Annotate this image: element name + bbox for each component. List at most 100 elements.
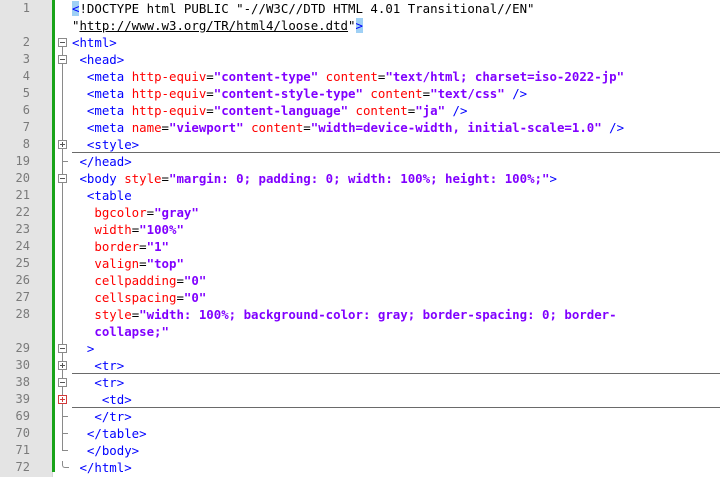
- code-line[interactable]: 25 valign="top": [0, 255, 720, 272]
- code-token: cellpadding: [72, 273, 177, 288]
- code-text[interactable]: bgcolor="gray": [72, 204, 199, 221]
- code-line[interactable]: 72 </html>: [0, 459, 720, 476]
- code-line[interactable]: 7 <meta name="viewport" content="width=d…: [0, 119, 720, 136]
- plus-box-icon[interactable]: [58, 361, 67, 370]
- code-line[interactable]: 38 <tr>: [0, 374, 720, 391]
- code-line[interactable]: 70 </table>: [0, 425, 720, 442]
- code-line[interactable]: 1 <!DOCTYPE html PUBLIC "-//W3C//DTD HTML…: [0, 0, 720, 17]
- minus-box-icon[interactable]: [58, 55, 67, 64]
- code-text[interactable]: width="100%": [72, 221, 184, 238]
- code-text[interactable]: </head>: [72, 153, 131, 170]
- code-token: "viewport": [169, 120, 244, 135]
- code-text[interactable]: </table>: [72, 425, 147, 442]
- code-text[interactable]: </tr>: [72, 408, 132, 425]
- code-text[interactable]: <head>: [72, 51, 124, 68]
- code-token: "1": [146, 239, 169, 254]
- line-number: 26: [15, 273, 30, 287]
- code-line[interactable]: collapse;": [0, 323, 720, 340]
- code-text[interactable]: <meta http-equiv="content-style-type" co…: [72, 85, 527, 102]
- code-line[interactable]: 29 >: [0, 340, 720, 357]
- code-text[interactable]: </body>: [72, 442, 139, 459]
- code-text[interactable]: <tr>: [72, 357, 124, 374]
- code-token: "content-type": [213, 69, 319, 84]
- code-line[interactable]: 71 </body>: [0, 442, 720, 459]
- code-text[interactable]: "http://www.w3.org/TR/html4/loose.dtd">: [72, 17, 363, 34]
- code-line[interactable]: 6 <meta http-equiv="content-language" co…: [0, 102, 720, 119]
- code-line[interactable]: 21 <table: [0, 187, 720, 204]
- code-text[interactable]: <body style="margin: 0; padding: 0; widt…: [72, 170, 556, 187]
- code-line[interactable]: 3 <head>: [0, 51, 720, 68]
- plus-box-icon[interactable]: [58, 395, 67, 404]
- line-number: 29: [15, 341, 30, 355]
- code-token: http-equiv: [131, 86, 207, 101]
- code-text[interactable]: <!DOCTYPE html PUBLIC "-//W3C//DTD HTML …: [72, 0, 535, 17]
- fold-end-marker: [62, 433, 68, 434]
- code-token: </body>: [72, 443, 140, 458]
- code-token: content: [362, 86, 423, 101]
- code-line[interactable]: 27 cellspacing="0": [0, 289, 720, 306]
- code-text[interactable]: <meta name="viewport" content="width=dev…: [72, 119, 624, 136]
- minus-box-icon[interactable]: [58, 174, 67, 183]
- code-line[interactable]: 24 border="1": [0, 238, 720, 255]
- code-line[interactable]: 20 <body style="margin: 0; padding: 0; w…: [0, 170, 720, 187]
- code-text[interactable]: </html>: [72, 459, 131, 476]
- minus-box-icon[interactable]: [58, 344, 67, 353]
- code-text[interactable]: <style>: [72, 136, 139, 153]
- code-line[interactable]: 22 bgcolor="gray": [0, 204, 720, 221]
- line-number: 25: [15, 256, 30, 270]
- code-token: collapse;": [72, 324, 169, 339]
- minus-box-icon[interactable]: [58, 378, 67, 387]
- code-text[interactable]: <tr>: [72, 374, 124, 391]
- code-token: <head>: [72, 52, 125, 67]
- code-line[interactable]: 28 style="width: 100%; background-color:…: [0, 306, 720, 323]
- line-number: 27: [15, 290, 30, 304]
- code-line[interactable]: 4 <meta http-equiv="content-type" conten…: [0, 68, 720, 85]
- code-token: =: [146, 205, 155, 220]
- code-text[interactable]: <meta http-equiv="content-language" cont…: [72, 102, 468, 119]
- code-token: valign: [72, 256, 140, 271]
- code-token: "0": [183, 290, 207, 305]
- code-text[interactable]: border="1": [72, 238, 169, 255]
- code-token: <td>: [72, 392, 132, 407]
- code-text[interactable]: <html>: [72, 34, 117, 51]
- minus-box-icon[interactable]: [58, 38, 67, 47]
- code-token: bgcolor: [72, 205, 147, 220]
- code-text[interactable]: style="width: 100%; background-color: gr…: [72, 306, 616, 323]
- code-editor[interactable]: 1 <!DOCTYPE html PUBLIC "-//W3C//DTD HTML…: [0, 0, 720, 477]
- code-token: "text/css": [430, 86, 505, 101]
- code-token: "100%": [139, 222, 184, 237]
- code-text[interactable]: cellpadding="0": [72, 272, 206, 289]
- line-number: 21: [15, 188, 30, 202]
- code-token: =: [139, 239, 147, 254]
- code-line[interactable]: 5 <meta http-equiv="content-style-type" …: [0, 85, 720, 102]
- code-token: =: [176, 290, 184, 305]
- code-text[interactable]: valign="top": [72, 255, 184, 272]
- code-text[interactable]: <td>: [72, 391, 132, 408]
- code-text[interactable]: cellspacing="0": [72, 289, 206, 306]
- code-token: </tr>: [72, 409, 132, 424]
- code-line[interactable]: "http://www.w3.org/TR/html4/loose.dtd">: [0, 17, 720, 34]
- code-token: =: [161, 120, 169, 135]
- fold-end-marker: [62, 450, 68, 451]
- code-line[interactable]: 8 <style>: [0, 136, 720, 153]
- code-line[interactable]: 30 <tr>: [0, 357, 720, 374]
- plus-box-icon[interactable]: [58, 140, 67, 149]
- code-line[interactable]: 19 </head>: [0, 153, 720, 170]
- code-token: "gray": [154, 205, 199, 220]
- code-line[interactable]: 69 </tr>: [0, 408, 720, 425]
- code-token: =: [161, 171, 169, 186]
- code-line[interactable]: 39 <td>: [0, 391, 720, 408]
- code-token: <meta: [72, 86, 132, 101]
- fold-end-marker: [62, 461, 69, 468]
- code-line[interactable]: 26 cellpadding="0": [0, 272, 720, 289]
- code-line[interactable]: 23 width="100%": [0, 221, 720, 238]
- code-token: />: [445, 103, 468, 118]
- code-text[interactable]: <table: [72, 187, 132, 204]
- code-token: "content-language": [213, 103, 349, 118]
- code-line[interactable]: 2 <html>: [0, 34, 720, 51]
- code-text[interactable]: collapse;": [72, 323, 169, 340]
- code-text[interactable]: <meta http-equiv="content-type" content=…: [72, 68, 624, 85]
- code-text[interactable]: >: [72, 340, 94, 357]
- line-number: 1: [22, 1, 30, 15]
- code-token: width: [72, 222, 132, 237]
